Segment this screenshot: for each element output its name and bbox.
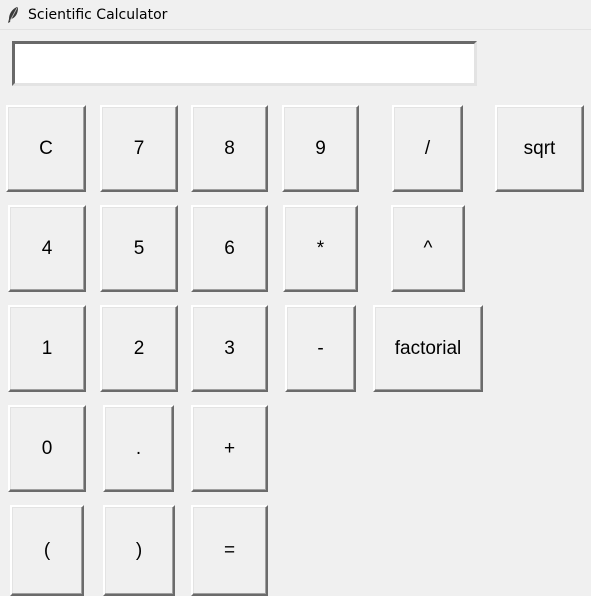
feather-icon bbox=[6, 6, 20, 24]
digit-8-button[interactable]: 8 bbox=[191, 105, 268, 192]
plus-button[interactable]: + bbox=[191, 405, 268, 492]
digit-9-button[interactable]: 9 bbox=[282, 105, 359, 192]
decimal-point-button[interactable]: . bbox=[103, 405, 174, 492]
digit-4-button[interactable]: 4 bbox=[8, 205, 86, 292]
digit-3-button[interactable]: 3 bbox=[191, 305, 268, 392]
left-paren-button[interactable]: ( bbox=[10, 505, 84, 596]
digit-1-button[interactable]: 1 bbox=[8, 305, 86, 392]
digit-0-button[interactable]: 0 bbox=[8, 405, 86, 492]
minus-button[interactable]: - bbox=[285, 305, 356, 392]
power-button[interactable]: ^ bbox=[391, 205, 465, 292]
equals-button[interactable]: = bbox=[191, 505, 268, 596]
digit-6-button[interactable]: 6 bbox=[191, 205, 268, 292]
expression-input[interactable] bbox=[12, 41, 477, 86]
right-paren-button[interactable]: ) bbox=[103, 505, 175, 596]
factorial-button[interactable]: factorial bbox=[373, 305, 483, 392]
title-bar: Scientific Calculator bbox=[0, 0, 591, 30]
window-title: Scientific Calculator bbox=[28, 7, 168, 23]
digit-5-button[interactable]: 5 bbox=[100, 205, 178, 292]
digit-7-button[interactable]: 7 bbox=[100, 105, 178, 192]
digit-2-button[interactable]: 2 bbox=[100, 305, 178, 392]
multiply-button[interactable]: * bbox=[283, 205, 358, 292]
sqrt-button[interactable]: sqrt bbox=[495, 105, 584, 192]
divide-button[interactable]: / bbox=[392, 105, 463, 192]
clear-button[interactable]: C bbox=[6, 105, 86, 192]
